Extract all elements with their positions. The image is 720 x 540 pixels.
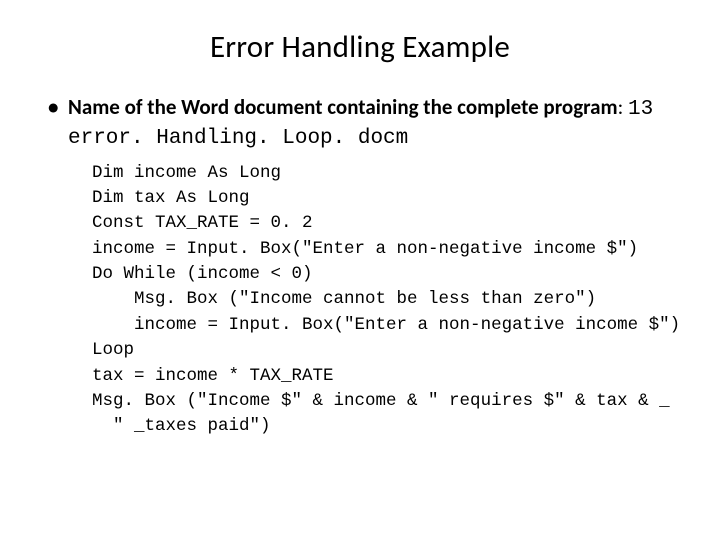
slide-title: Error Handling Example bbox=[40, 28, 680, 66]
code-line: Do While (income < 0) bbox=[92, 264, 313, 284]
code-line: Const TAX_RATE = 0. 2 bbox=[92, 213, 313, 233]
bullet-intro-bold: Name of the Word document containing the… bbox=[68, 94, 618, 120]
code-line: Msg. Box ("Income $" & income & " requir… bbox=[92, 391, 670, 411]
code-block: Dim income As Long Dim tax As Long Const… bbox=[92, 161, 680, 440]
code-line: " _taxes paid") bbox=[92, 416, 271, 436]
code-line: Dim tax As Long bbox=[92, 188, 250, 208]
bullet-intro-sep: : bbox=[618, 94, 628, 120]
code-line: income = Input. Box("Enter a non-negativ… bbox=[92, 239, 638, 259]
code-line: tax = income * TAX_RATE bbox=[92, 366, 334, 386]
bullet-item: Name of the Word document containing the… bbox=[48, 94, 680, 153]
bullet-list: Name of the Word document containing the… bbox=[40, 94, 680, 153]
code-line: Loop bbox=[92, 340, 134, 360]
code-line: Msg. Box ("Income cannot be less than ze… bbox=[92, 289, 596, 309]
code-line: Dim income As Long bbox=[92, 163, 281, 183]
code-line: income = Input. Box("Enter a non-negativ… bbox=[92, 315, 680, 335]
slide: Error Handling Example Name of the Word … bbox=[0, 0, 720, 540]
